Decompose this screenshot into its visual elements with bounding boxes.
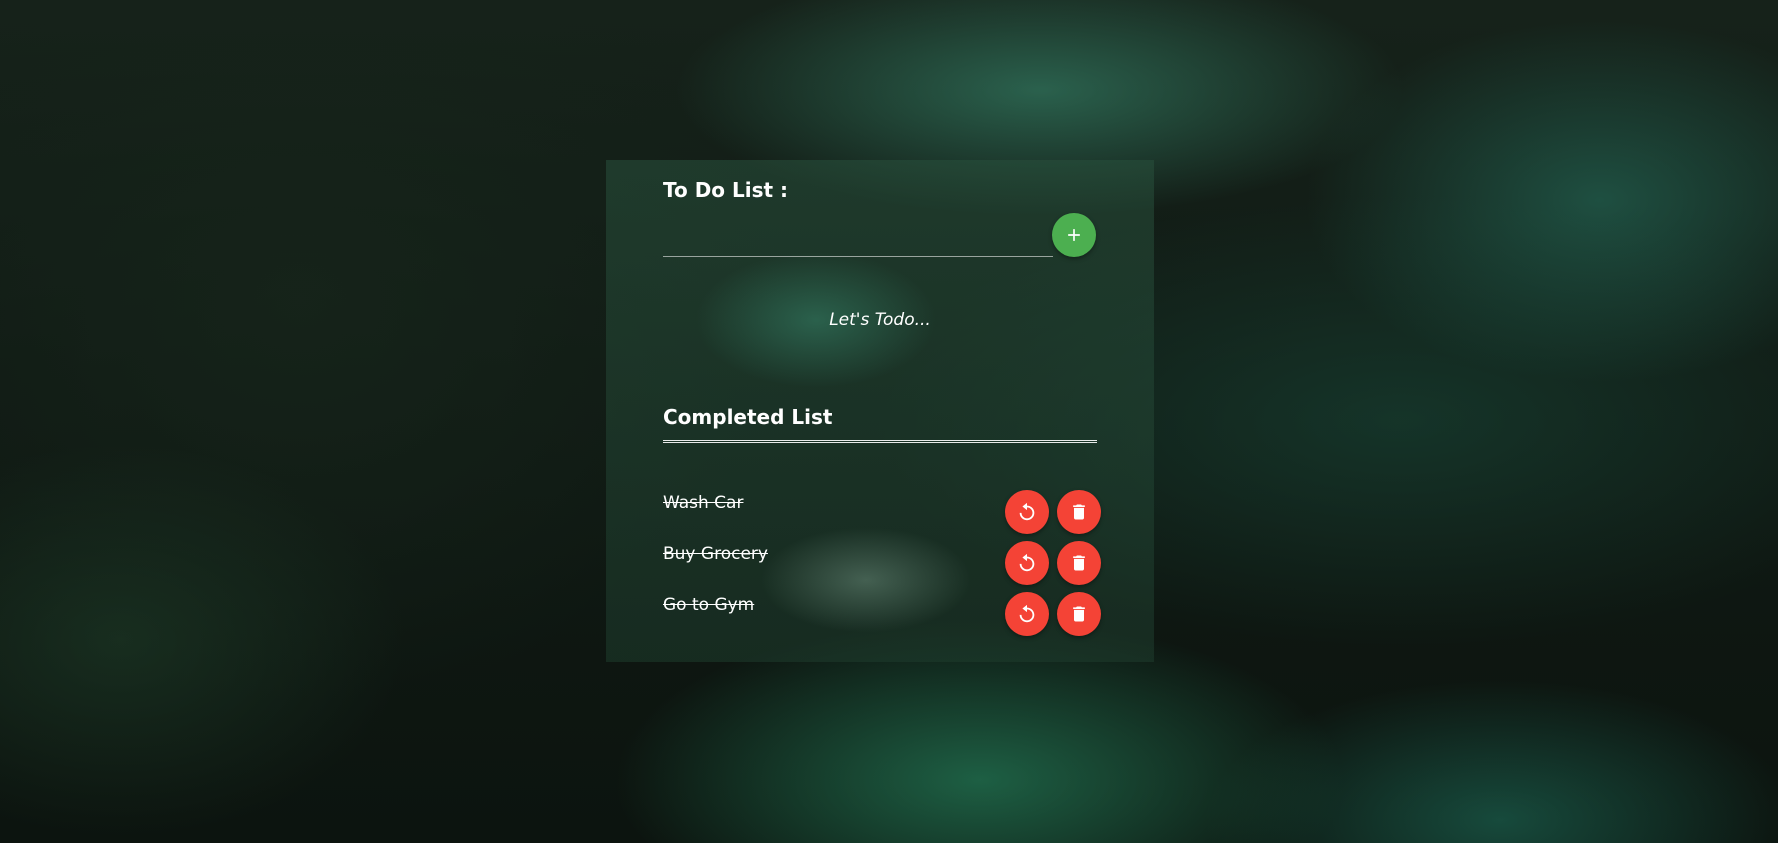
todo-panel: To Do List : Let's Todo... Completed Lis… [606, 160, 1154, 662]
undo-icon [1016, 552, 1038, 574]
completed-list-title: Completed List [663, 405, 833, 429]
completed-item-label: Wash Car [663, 493, 744, 513]
todo-list-title: To Do List : [663, 178, 789, 202]
delete-button[interactable] [1057, 592, 1101, 636]
restore-button[interactable] [1005, 541, 1049, 585]
trash-icon [1069, 502, 1089, 522]
list-item: Go to Gym [663, 592, 1101, 643]
empty-todo-message: Let's Todo... [829, 310, 931, 330]
undo-icon [1016, 501, 1038, 523]
list-item: Buy Grocery [663, 541, 1101, 592]
trash-icon [1069, 553, 1089, 573]
add-todo-button[interactable] [1052, 213, 1096, 257]
delete-button[interactable] [1057, 541, 1101, 585]
undo-icon [1016, 603, 1038, 625]
restore-button[interactable] [1005, 592, 1049, 636]
delete-button[interactable] [1057, 490, 1101, 534]
completed-item-label: Go to Gym [663, 595, 755, 615]
list-item: Wash Car [663, 490, 1101, 541]
completed-list: Wash Car Buy Grocery Go to Gym [663, 490, 1101, 643]
completed-divider [663, 440, 1097, 443]
plus-icon [1064, 225, 1084, 245]
new-todo-input[interactable] [663, 220, 1053, 257]
completed-item-label: Buy Grocery [663, 544, 768, 564]
restore-button[interactable] [1005, 490, 1049, 534]
trash-icon [1069, 604, 1089, 624]
